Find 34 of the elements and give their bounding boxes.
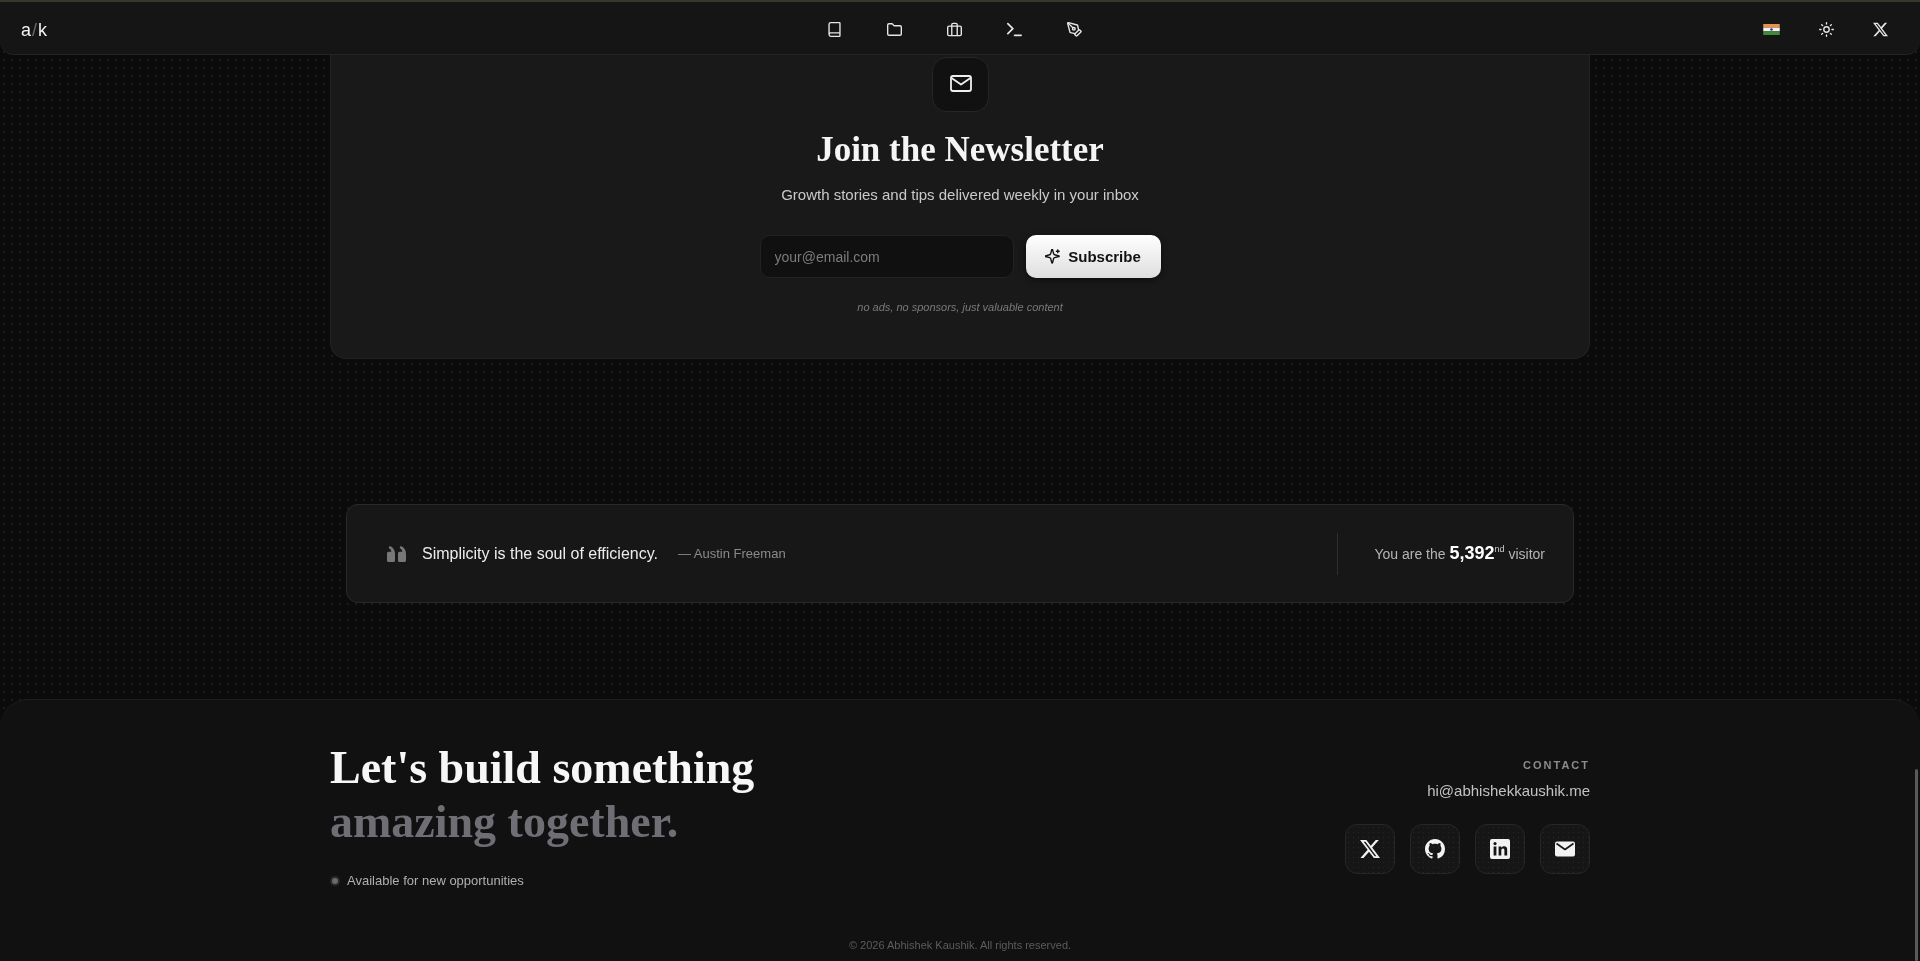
folder-icon[interactable] [887,22,902,37]
x-logo-icon[interactable] [1873,22,1888,37]
pen-tool-icon[interactable] [1067,22,1082,37]
social-link-button[interactable] [1540,824,1590,874]
x-logo-icon [1360,839,1380,859]
email-link[interactable]: hi@abhishekkaushik.me [1427,781,1590,801]
newsletter-note: no ads, no sponsors, just valuable content [857,300,1063,314]
sun-icon[interactable] [1819,22,1834,37]
mail-icon [1555,839,1575,859]
quote-author: — Austin Freeman [677,545,786,562]
terminal-icon[interactable] [1007,22,1022,37]
github-icon [1425,839,1445,859]
book-icon[interactable] [827,22,842,37]
newsletter-subtitle: Growth stories and tips delivered weekly in your inbox [781,185,1139,205]
logo[interactable]: a/k [21,18,49,41]
email-field[interactable]: your@email.com [759,235,1014,278]
social-link-button[interactable] [1410,824,1460,874]
scrollbar-thumb[interactable] [1915,769,1918,961]
newsletter-title: Join the Newsletter [816,129,1104,171]
flag-icon[interactable] [1763,24,1780,35]
social-link-button[interactable] [1475,824,1525,874]
quote-icon [387,545,406,562]
copyright-text: © 2026 Abhishek Kaushik. All rights reserved. [848,938,1072,952]
visitor-count-text: You are the 5,392$^{nd}$ visitor [1374,542,1545,565]
social-link-button[interactable] [1345,824,1395,874]
briefcase-icon[interactable] [947,22,962,37]
subscribe-button[interactable]: Subscribe [1025,235,1161,278]
linkedin-icon [1490,839,1510,859]
status-dot-icon [330,876,340,886]
quote-text: Simplicity is the soul of efficiency. [422,543,658,564]
footer-heading: Let's build something amazing together. [330,741,755,849]
contact-label: CONTACT [1523,759,1590,772]
availability-status: Available for new opportunities [347,872,524,890]
sparkle-icon [1045,249,1061,264]
